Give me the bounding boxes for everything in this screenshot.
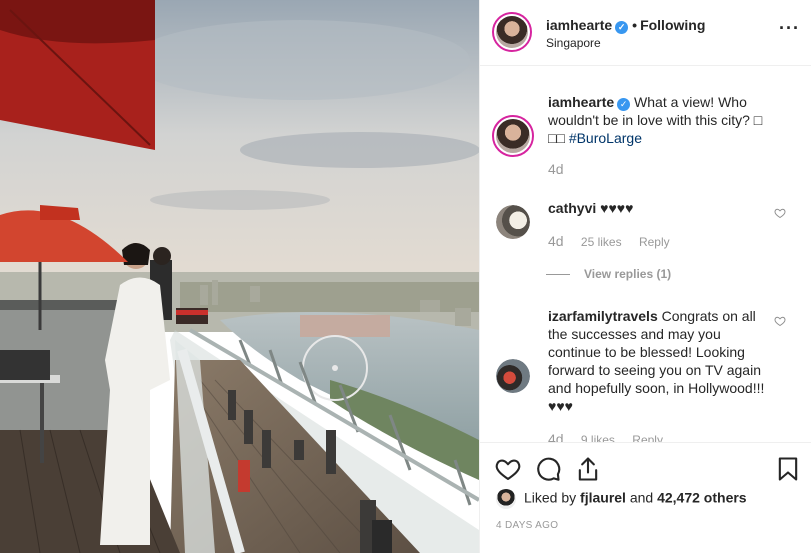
avatar[interactable] — [492, 12, 532, 52]
comment-likes[interactable]: 25 likes — [581, 235, 622, 249]
comment-age[interactable]: 4d — [548, 233, 564, 249]
avatar[interactable] — [492, 115, 534, 157]
divider-line — [546, 274, 570, 276]
liked-by-summary: Liked by fjlaurel and 42,472 others — [496, 489, 747, 509]
post-date[interactable]: 4 DAYS AGO — [496, 520, 558, 531]
location-link[interactable]: Singapore — [546, 36, 601, 50]
username-link[interactable]: iamhearte — [546, 17, 612, 33]
post-photo[interactable] — [0, 0, 479, 553]
liked-by-and: and — [629, 489, 654, 506]
likes-count-link[interactable]: 42,472 others — [657, 490, 747, 506]
post-header: iamhearte ✓ • Following Singapore ··· — [480, 0, 811, 66]
check-badge-icon: ✓ — [615, 21, 629, 34]
heart-icon[interactable] — [494, 455, 522, 483]
avatar[interactable] — [496, 205, 530, 239]
separator-dot: • — [632, 17, 638, 33]
like-comment-heart-icon[interactable] — [774, 315, 786, 327]
comment-username[interactable]: izarfamilytravels — [548, 308, 658, 324]
post-actions: Liked by fjlaurel and 42,472 others 4 DA… — [480, 442, 811, 553]
following-button[interactable]: Following — [640, 17, 705, 33]
liker-avatar[interactable] — [496, 489, 516, 509]
more-options-icon[interactable]: ··· — [779, 18, 800, 39]
caption-meta: 4d — [548, 161, 578, 177]
liker-username[interactable]: fjlaurel — [580, 490, 626, 506]
like-comment-heart-icon[interactable] — [774, 207, 786, 219]
reply-button[interactable]: Reply — [639, 235, 670, 249]
view-replies-button[interactable]: View replies (1) — [546, 267, 671, 281]
view-replies-label: View replies (1) — [584, 267, 672, 281]
comment-body: ♥♥♥♥ — [600, 200, 634, 216]
caption-username[interactable]: iamhearte — [548, 94, 614, 110]
comment-age[interactable]: 4d — [548, 431, 564, 442]
hashtag-link[interactable]: #BuroLarge — [569, 130, 642, 146]
caption-age[interactable]: 4d — [548, 161, 564, 177]
comment-username[interactable]: cathyvi — [548, 200, 596, 216]
check-badge-icon: ✓ — [617, 98, 631, 111]
liked-by-prefix: Liked by — [524, 489, 577, 506]
rooftop-city-photo — [0, 0, 479, 553]
post-detail-panel: iamhearte ✓ • Following Singapore ··· iamhe… — [479, 0, 811, 553]
comments-list[interactable]: iamhearte ✓ What a view! Who wouldn't be … — [480, 67, 811, 442]
avatar[interactable] — [496, 359, 530, 393]
comment-text: cathyvi ♥♥♥♥ — [548, 199, 770, 217]
share-icon[interactable] — [574, 455, 602, 483]
comment-meta: 4d 25 likes Reply — [548, 233, 684, 249]
comment-icon[interactable] — [534, 455, 562, 483]
reply-button[interactable]: Reply — [632, 433, 663, 442]
comment-likes[interactable]: 9 likes — [581, 433, 615, 442]
comment-meta: 4d 9 likes Reply — [548, 431, 677, 442]
caption-text: iamhearte ✓ What a view! Who wouldn't be … — [548, 93, 770, 147]
comment-text: izarfamilytravels Congrats on all the su… — [548, 307, 770, 415]
bookmark-icon[interactable] — [774, 455, 802, 483]
